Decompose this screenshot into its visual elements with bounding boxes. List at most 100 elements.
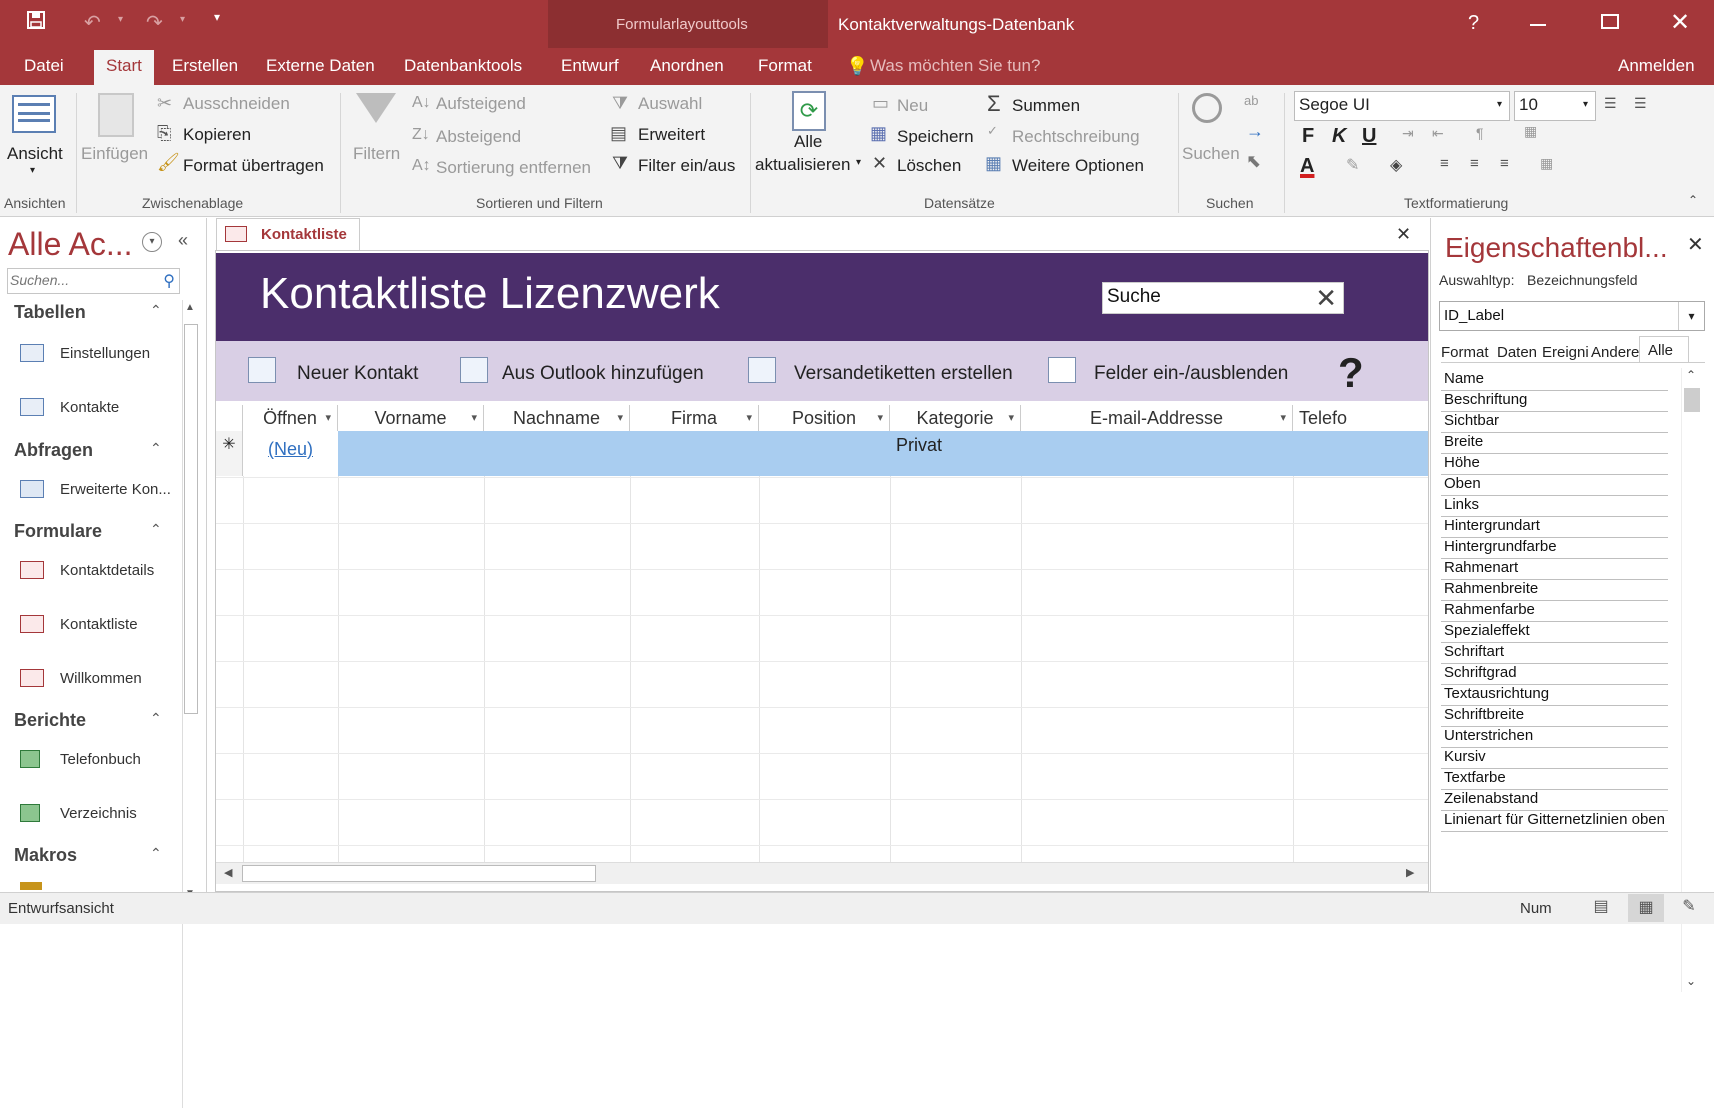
delete-button[interactable]: Löschen xyxy=(897,156,961,176)
column-dropdown-icon[interactable]: ▾ xyxy=(746,405,752,431)
close-document-icon[interactable]: ✕ xyxy=(1396,224,1411,245)
property-row[interactable]: Breite xyxy=(1441,431,1668,454)
replace-icon[interactable]: ab xyxy=(1244,93,1258,108)
nav-item-telefonbuch[interactable]: Telefonbuch xyxy=(60,751,141,768)
totals-button[interactable]: Summen xyxy=(1012,96,1080,116)
property-row[interactable]: Hintergrundfarbe xyxy=(1441,536,1668,559)
align-left-icon[interactable]: ≡ xyxy=(1440,155,1449,172)
indent-icon[interactable]: ⇥ xyxy=(1402,125,1414,142)
new-record-kategorie[interactable]: Privat xyxy=(896,435,942,456)
bullets-icon[interactable]: ☰ xyxy=(1604,95,1617,112)
close-icon[interactable]: ✕ xyxy=(1670,8,1690,37)
minimize-icon[interactable] xyxy=(1530,24,1546,26)
column-dropdown-icon[interactable]: ▾ xyxy=(877,405,883,431)
font-name-select[interactable]: Segoe UI xyxy=(1294,91,1510,121)
property-row[interactable]: Schriftbreite xyxy=(1441,704,1668,727)
property-row[interactable]: Hintergrundart xyxy=(1441,515,1668,538)
tab-erstellen[interactable]: Erstellen xyxy=(172,56,238,76)
form-search-input[interactable] xyxy=(1103,283,1303,311)
layout-view-icon[interactable]: ▦ xyxy=(1628,894,1664,922)
property-row[interactable]: Rahmenart xyxy=(1441,557,1668,580)
prop-tab-andere[interactable]: Andere xyxy=(1591,344,1639,361)
nav-menu-dropdown-icon[interactable]: ▾ xyxy=(142,232,162,252)
italic-button[interactable]: K xyxy=(1332,125,1346,148)
property-row[interactable]: Beschriftung xyxy=(1441,389,1668,412)
tab-anordnen[interactable]: Anordnen xyxy=(650,56,724,76)
nav-item-kontaktdetails[interactable]: Kontaktdetails xyxy=(60,562,154,579)
new-record-row[interactable] xyxy=(338,431,1428,476)
paste-button[interactable]: Einfügen xyxy=(81,144,148,164)
nav-item-kontakte[interactable]: Kontakte xyxy=(60,399,119,416)
undo-icon[interactable]: ↶ xyxy=(84,10,101,35)
property-row[interactable]: Linienart für Gitternetzlinien oben xyxy=(1441,809,1668,832)
nav-item-verzeichnis[interactable]: Verzeichnis xyxy=(60,805,137,822)
goto-icon[interactable]: → xyxy=(1246,121,1264,142)
advanced-button[interactable]: Erweitert xyxy=(638,125,705,145)
font-color-icon[interactable]: A xyxy=(1300,155,1314,178)
tab-externe-daten[interactable]: Externe Daten xyxy=(266,56,375,76)
scroll-up-icon[interactable]: ▲ xyxy=(185,302,195,313)
property-row[interactable]: Zeilenabstand xyxy=(1441,788,1668,811)
property-row[interactable]: Oben xyxy=(1441,473,1668,496)
clear-sort-button[interactable]: Sortierung entfernen xyxy=(436,158,591,178)
nav-section-makros[interactable]: Makros xyxy=(14,845,77,866)
property-row[interactable]: Rahmenbreite xyxy=(1441,578,1668,601)
tell-me-input[interactable]: Was möchten Sie tun? xyxy=(870,56,1040,76)
column-header-email[interactable]: E-mail-Addresse ▾ xyxy=(1021,405,1293,431)
column-header-nachname[interactable]: Nachname ▾ xyxy=(484,405,630,431)
column-header-oeffnen[interactable]: Öffnen ▾ xyxy=(243,405,338,431)
collapse-formulare-icon[interactable]: ⌃ xyxy=(150,521,162,538)
nav-item-erweiterte-kontakte[interactable]: Erweiterte Kon... xyxy=(60,481,171,498)
nav-section-tabellen[interactable]: Tabellen xyxy=(14,302,86,323)
property-row[interactable]: Kursiv xyxy=(1441,746,1668,769)
nav-header[interactable]: Alle Ac... xyxy=(8,226,133,263)
new-contact-button[interactable]: Neuer Kontakt xyxy=(297,363,418,385)
collapse-makros-icon[interactable]: ⌃ xyxy=(150,845,162,862)
redo-icon[interactable]: ↷ xyxy=(146,10,163,35)
prop-tab-daten[interactable]: Daten xyxy=(1497,344,1537,361)
alternate-row-color-icon[interactable]: ▦ xyxy=(1540,155,1553,172)
select-icon[interactable]: ⬉ xyxy=(1246,151,1261,172)
prop-tab-format[interactable]: Format xyxy=(1441,344,1489,361)
nav-scroll-thumb[interactable] xyxy=(184,324,198,714)
save-icon[interactable] xyxy=(26,10,46,36)
nav-section-formulare[interactable]: Formulare xyxy=(14,521,102,542)
collapse-tabellen-icon[interactable]: ⌃ xyxy=(150,302,162,319)
selection-button[interactable]: Auswahl xyxy=(638,94,702,114)
new-record-open-link[interactable]: (Neu) xyxy=(243,431,338,476)
nav-item-einstellungen[interactable]: Einstellungen xyxy=(60,345,150,362)
underline-button[interactable]: U xyxy=(1362,125,1376,148)
spelling-button[interactable]: Rechtschreibung xyxy=(1012,127,1140,147)
highlight-icon[interactable]: ✎ xyxy=(1346,155,1359,175)
form-view-icon[interactable]: ▤ xyxy=(1588,896,1614,920)
outdent-icon[interactable]: ⇤ xyxy=(1432,125,1444,142)
property-row[interactable]: Links xyxy=(1441,494,1668,517)
undo-dropdown-icon[interactable]: ▾ xyxy=(118,14,123,25)
horizontal-scrollbar[interactable]: ◀ ▶ xyxy=(216,862,1428,884)
property-row[interactable]: Höhe xyxy=(1441,452,1668,475)
scroll-left-icon[interactable]: ◀ xyxy=(224,866,232,879)
nav-item-kontaktliste[interactable]: Kontaktliste xyxy=(60,616,138,633)
scroll-right-icon[interactable]: ▶ xyxy=(1406,866,1414,879)
cut-button[interactable]: Ausschneiden xyxy=(183,94,290,114)
tab-datei[interactable]: Datei xyxy=(24,56,64,76)
toggle-filter-button[interactable]: Filter ein/aus xyxy=(638,156,735,176)
nav-collapse-icon[interactable]: « xyxy=(178,230,188,251)
column-header-position[interactable]: Position ▾ xyxy=(759,405,890,431)
column-header-kategorie[interactable]: Kategorie ▾ xyxy=(890,405,1021,431)
form-help-button[interactable]: ? xyxy=(1338,349,1364,397)
sort-descending-button[interactable]: Absteigend xyxy=(436,127,521,147)
tab-format[interactable]: Format xyxy=(758,56,812,76)
align-right-icon[interactable]: ≡ xyxy=(1500,155,1509,172)
property-row[interactable]: Schriftgrad xyxy=(1441,662,1668,685)
redo-dropdown-icon[interactable]: ▾ xyxy=(180,14,185,25)
column-dropdown-icon[interactable]: ▾ xyxy=(1008,405,1014,431)
nav-search-input[interactable] xyxy=(8,269,153,291)
column-dropdown-icon[interactable]: ▾ xyxy=(325,405,331,431)
filter-button[interactable]: Filtern xyxy=(353,144,400,164)
scroll-up-icon[interactable]: ⌃ xyxy=(1686,368,1696,382)
nav-item-willkommen[interactable]: Willkommen xyxy=(60,670,142,687)
column-dropdown-icon[interactable]: ▾ xyxy=(471,405,477,431)
collapse-abfragen-icon[interactable]: ⌃ xyxy=(150,440,162,457)
tab-entwurf[interactable]: Entwurf xyxy=(561,56,619,76)
